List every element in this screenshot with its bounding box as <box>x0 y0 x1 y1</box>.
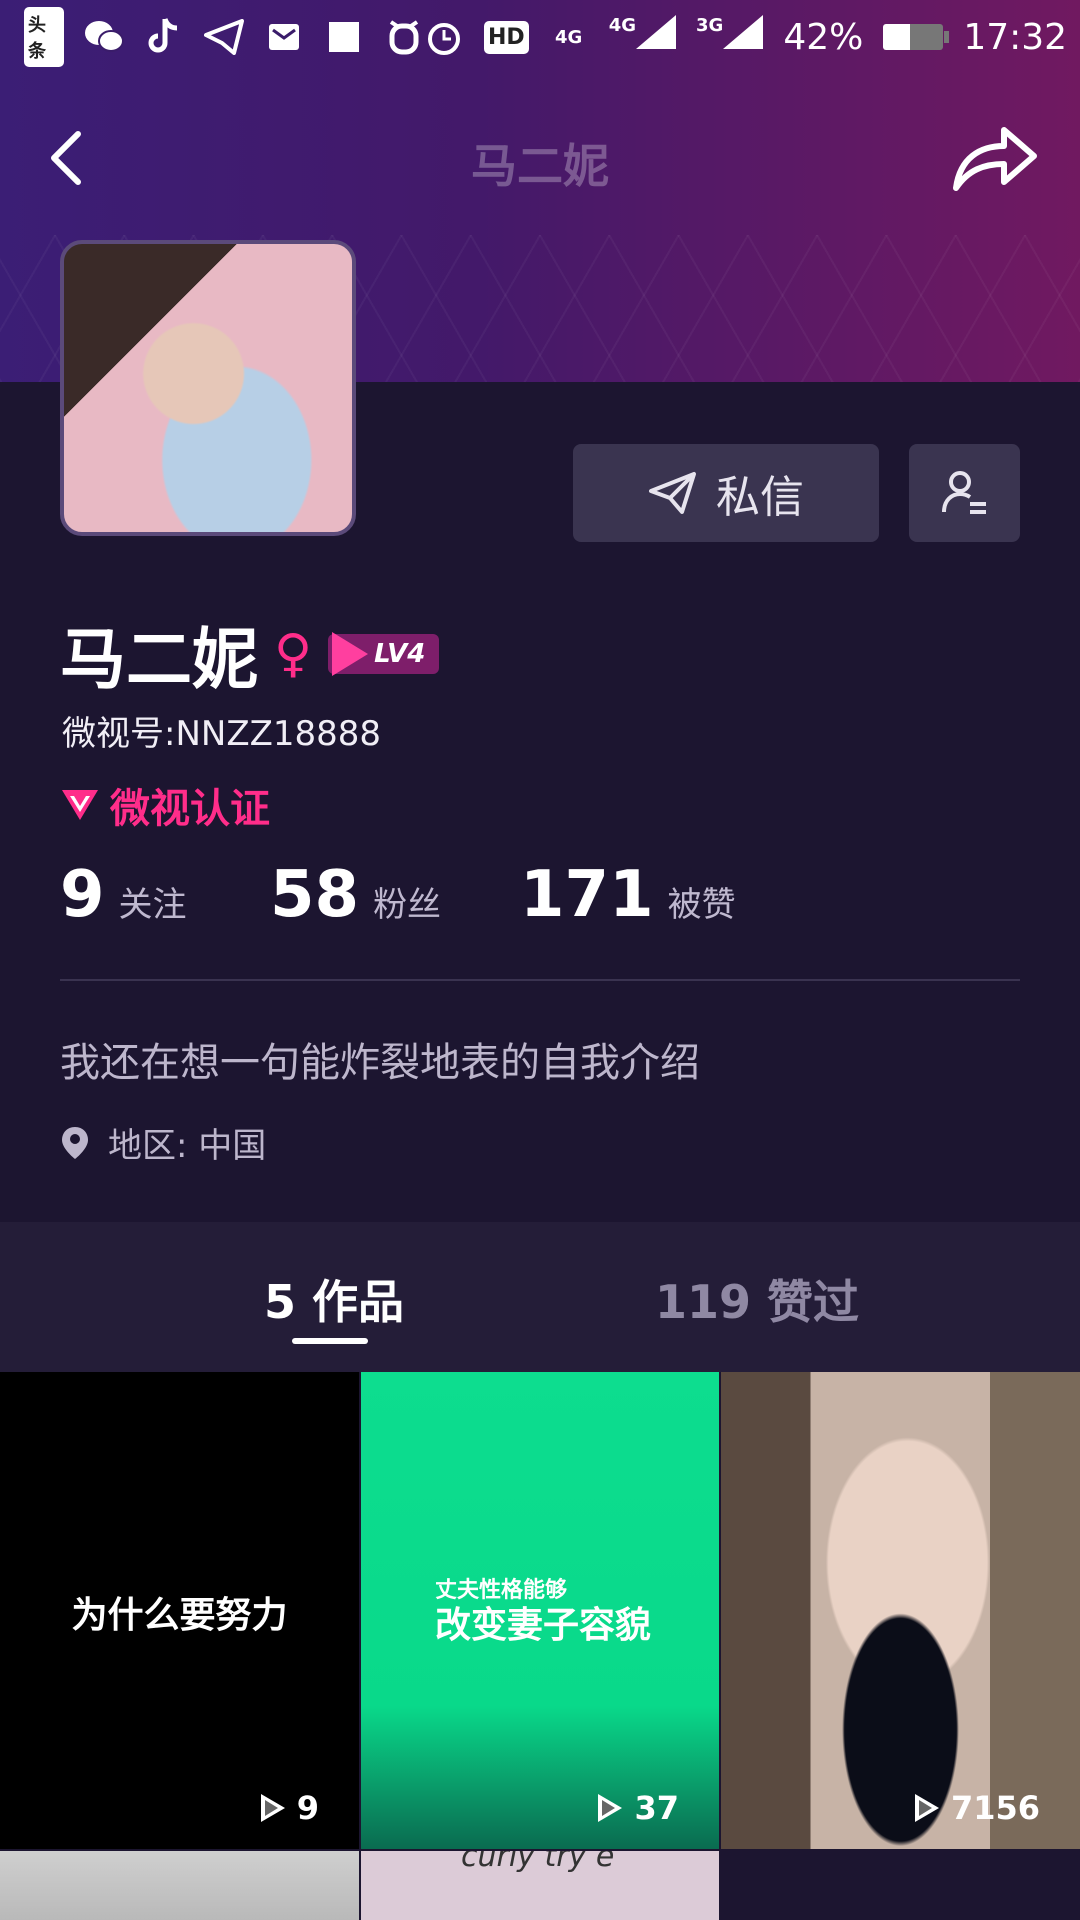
wechat-icon <box>84 15 124 59</box>
stat-label: 粉丝 <box>373 885 442 925</box>
name-row: 马二妮 ♀ LV4 <box>60 606 440 702</box>
verification-text: 微视认证 <box>110 786 270 832</box>
toutiao-icon: 头条 <box>24 7 64 67</box>
stats-row: 9 关注 58 粉丝 171 被赞 <box>60 858 736 932</box>
alarm-icon <box>424 15 464 59</box>
tab-works[interactable]: 5 作品 <box>264 1266 404 1332</box>
stat-number: 171 <box>520 858 654 932</box>
play-count: 37 <box>598 1789 679 1827</box>
play-count-text: 7156 <box>950 1789 1040 1827</box>
video-grid: 为什么要努力 9 丈夫性格能够 改变妻子容貌 37 7156 curly try… <box>0 1372 1080 1920</box>
play-count: 7156 <box>914 1789 1040 1827</box>
battery-icon <box>883 24 950 50</box>
hd-icon: HD <box>484 15 529 59</box>
network-4g-icon: 4G <box>555 26 583 48</box>
region-row: 地区: 中国 <box>60 1118 266 1167</box>
weishi-id: 微视号:NNZZ18888 <box>62 714 382 754</box>
video-thumbnail[interactable]: 7156 <box>721 1372 1080 1849</box>
bio-text: 我还在想一句能炸裂地表的自我介绍 <box>60 1040 700 1086</box>
play-count: 9 <box>260 1789 319 1827</box>
divider <box>60 979 1020 981</box>
stat-following[interactable]: 9 关注 <box>60 858 270 932</box>
video-caption: curly try e <box>461 1851 615 1874</box>
video-thumbnail[interactable] <box>0 1851 359 1920</box>
region-text: 地区: 中国 <box>108 1126 267 1166</box>
level-badge: LV4 <box>328 632 440 676</box>
female-icon: ♀ <box>274 624 313 684</box>
tiktok-icon <box>144 15 184 59</box>
stat-likes[interactable]: 171 被赞 <box>520 858 736 932</box>
play-icon <box>598 1794 623 1822</box>
status-right-icons: HD 4G 4G 3G 42% 17:32 <box>424 15 1067 59</box>
stat-label: 关注 <box>118 885 187 925</box>
play-icon <box>914 1794 939 1822</box>
video-caption: 为什么要努力 <box>71 1595 288 1636</box>
share-button[interactable] <box>950 118 1040 198</box>
top-nav: 马二妮 <box>0 110 1080 210</box>
message-button[interactable]: 私信 <box>573 444 879 542</box>
video-caption: 改变妻子容貌 <box>435 1605 652 1646</box>
active-tab-indicator <box>292 1338 368 1344</box>
verified-v-icon <box>62 790 98 820</box>
verification-badge: 微视认证 <box>60 776 270 834</box>
signal-icon: 4G <box>609 15 676 59</box>
stat-followers[interactable]: 58 粉丝 <box>270 858 520 932</box>
stat-number: 9 <box>60 858 105 932</box>
message-button-label: 私信 <box>716 472 804 523</box>
play-icon <box>260 1794 285 1822</box>
play-count-text: 9 <box>296 1789 319 1827</box>
status-bar: 头条 HD 4G 4G 3G 42% 17:32 <box>0 0 1080 74</box>
clock: 17:32 <box>963 16 1068 58</box>
avatar[interactable] <box>60 240 356 536</box>
play-count-text: 37 <box>634 1789 679 1827</box>
share-icon <box>953 127 1037 191</box>
tab-liked[interactable]: 119 赞过 <box>655 1266 859 1332</box>
video-thumbnail[interactable]: 为什么要努力 9 <box>0 1372 359 1849</box>
video-thumbnail[interactable]: curly try e <box>361 1851 719 1920</box>
square-icon <box>324 15 364 59</box>
video-thumbnail[interactable]: 丈夫性格能够 改变妻子容貌 37 <box>361 1372 719 1849</box>
stat-number: 58 <box>270 858 360 932</box>
send-icon <box>649 472 696 514</box>
location-pin-icon <box>62 1126 88 1159</box>
mail-icon <box>264 15 304 59</box>
follow-user-icon <box>941 471 986 514</box>
level-text: LV4 <box>374 639 426 669</box>
user-name: 马二妮 <box>60 621 258 698</box>
follow-button[interactable] <box>909 444 1020 542</box>
telegram-icon <box>204 15 244 59</box>
stat-label: 被赞 <box>667 885 736 925</box>
page-title: 马二妮 <box>471 139 609 193</box>
alarm-app-icon <box>384 15 424 59</box>
signal-3g-icon: 3G <box>696 15 764 59</box>
battery-percent: 42% <box>783 16 864 58</box>
content-tabs: 5 作品 119 赞过 <box>0 1222 1080 1372</box>
status-left-icons: 头条 <box>24 7 424 67</box>
level-play-icon <box>332 632 369 676</box>
